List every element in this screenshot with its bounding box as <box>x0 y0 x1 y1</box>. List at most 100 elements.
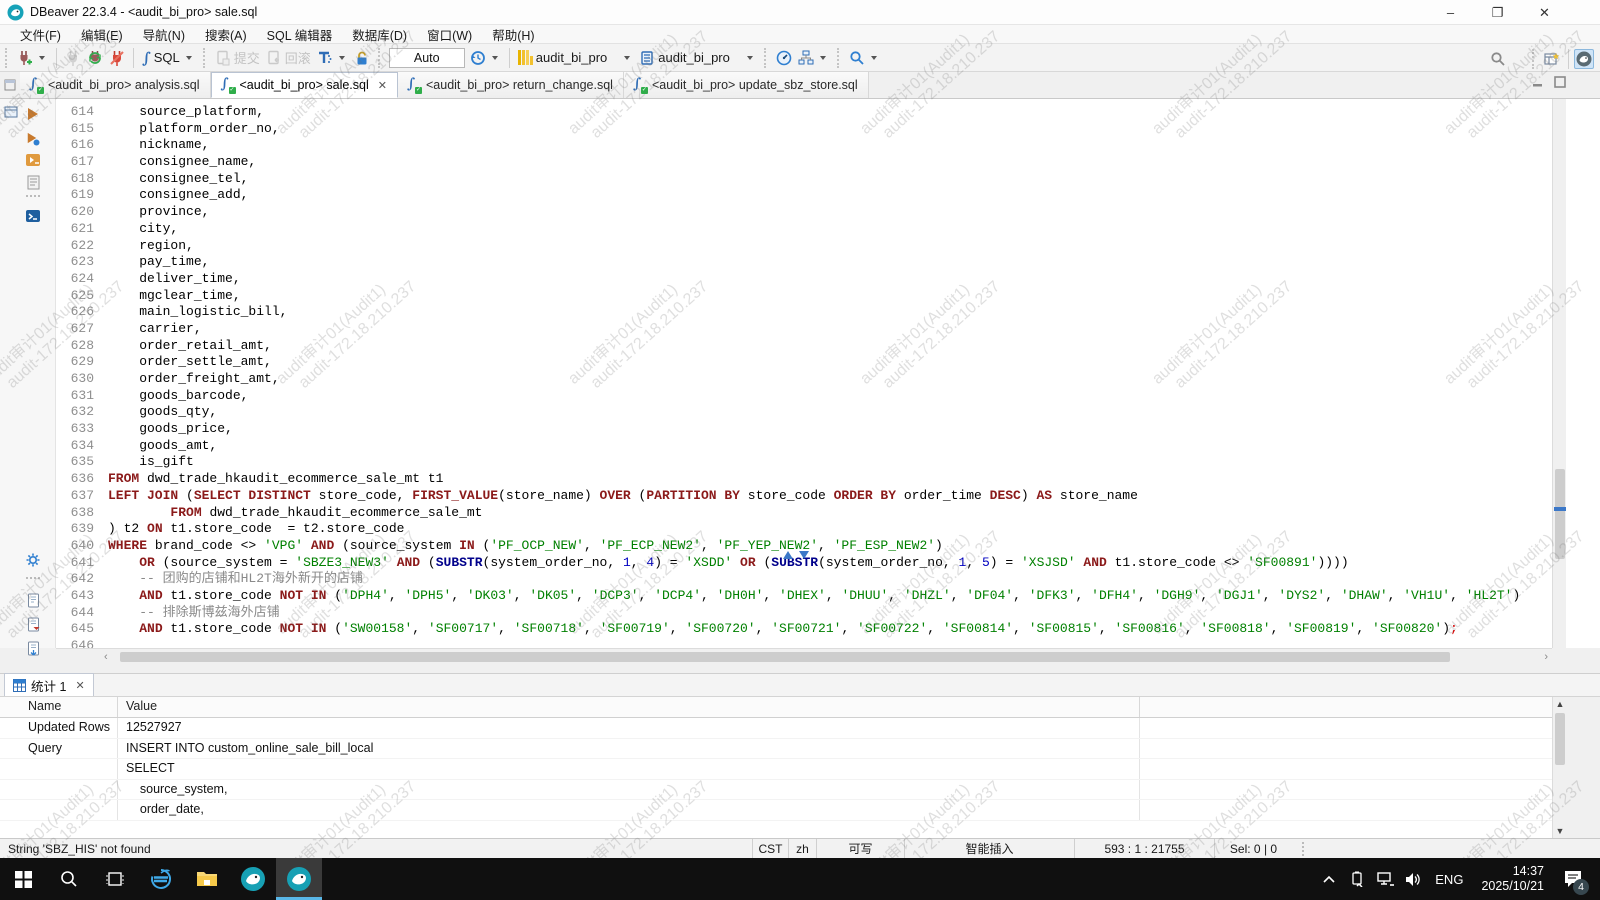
chevron-down-icon[interactable] <box>871 56 877 60</box>
transaction-log-button[interactable] <box>314 48 351 68</box>
execute-script-icon[interactable] <box>24 151 42 169</box>
panel-icon[interactable] <box>4 105 18 119</box>
cell-value: order_date, <box>118 800 1140 820</box>
quick-access-search-button[interactable] <box>1487 49 1509 69</box>
language-indicator[interactable]: ENG <box>1429 872 1469 887</box>
chevron-down-icon[interactable] <box>492 56 498 60</box>
execution-plan-button[interactable] <box>795 48 832 68</box>
chevron-down-icon[interactable] <box>747 56 753 60</box>
search-button[interactable] <box>846 48 883 68</box>
file-explorer-button[interactable] <box>184 858 230 900</box>
menu-item[interactable]: 窗口(W) <box>417 25 482 44</box>
maximize-editor-icon[interactable] <box>783 551 793 559</box>
transaction-mode-combo[interactable]: Auto <box>389 48 465 68</box>
status-write-mode[interactable]: 可写 <box>816 839 904 858</box>
menu-item[interactable]: 导航(N) <box>133 25 195 44</box>
connection-selector[interactable]: audit_bi_pro <box>515 48 637 67</box>
scroll-down-icon[interactable]: ▼ <box>1553 826 1567 836</box>
status-insert-mode[interactable]: 智能插入 <box>904 839 1074 858</box>
status-language[interactable]: zh <box>788 839 816 858</box>
save-sql-file-icon[interactable] <box>24 615 42 633</box>
usb-device-icon[interactable] <box>1345 858 1369 900</box>
chevron-down-icon[interactable] <box>624 56 630 60</box>
minimize-editor-icon[interactable] <box>799 551 809 559</box>
execute-sql-new-tab-icon[interactable] <box>24 129 42 147</box>
menu-item[interactable]: 搜索(A) <box>195 25 257 44</box>
load-sql-file-icon[interactable] <box>24 591 42 609</box>
disconnect-button[interactable] <box>106 48 128 68</box>
editor-horizontal-scrollbar[interactable]: ‹ › <box>56 648 1552 664</box>
tray-chevron-up-icon[interactable] <box>1317 858 1341 900</box>
menu-item[interactable]: 文件(F) <box>10 25 71 44</box>
scroll-right-icon[interactable]: › <box>1544 650 1548 664</box>
autocommit-lock-button[interactable] <box>351 48 373 68</box>
table-row[interactable]: Updated Rows12527927 <box>0 718 1552 739</box>
explain-plan-gear-icon[interactable] <box>24 551 42 569</box>
status-caret-position[interactable]: 593 : 1 : 21755 <box>1074 839 1214 858</box>
menu-item[interactable]: 数据库(D) <box>342 25 417 44</box>
status-selection[interactable]: Sel: 0 | 0 <box>1214 839 1292 858</box>
chevron-down-icon[interactable] <box>39 56 45 60</box>
table-row[interactable]: order_date, <box>0 800 1552 821</box>
close-icon[interactable]: ✕ <box>378 79 387 92</box>
editor-vertical-scrollbar[interactable] <box>1552 99 1566 648</box>
editor-tab[interactable]: ∫✓<audit_bi_pro> sale.sql✕ <box>211 72 398 98</box>
sash-controls[interactable] <box>783 551 809 559</box>
results-vertical-scrollbar[interactable]: ▲ ▼ <box>1552 697 1566 838</box>
dbeaver-perspective-button[interactable] <box>1574 49 1594 69</box>
scroll-up-icon[interactable]: ▲ <box>1553 699 1567 709</box>
reconnect-button[interactable] <box>84 48 106 68</box>
editor-tab[interactable]: ∫✓<audit_bi_pro> return_change.sql <box>398 72 624 98</box>
code-area[interactable]: source_platform, platform_order_no, nick… <box>104 99 1552 648</box>
transaction-history-button[interactable] <box>467 48 504 68</box>
export-sql-file-icon[interactable] <box>24 639 42 657</box>
sql-button-label: SQL <box>154 50 180 65</box>
scrollbar-thumb[interactable] <box>120 652 1450 662</box>
menu-item[interactable]: SQL 编辑器 <box>257 25 343 44</box>
statistics-tab[interactable]: 统计 1 ✕ <box>4 673 94 696</box>
open-perspective-button[interactable] <box>1541 49 1563 69</box>
rollback-button[interactable]: 回滚 <box>263 46 314 69</box>
dashboard-button[interactable] <box>773 48 795 68</box>
maximize-view-icon[interactable] <box>1554 76 1566 88</box>
start-button[interactable] <box>0 858 46 900</box>
task-view-button[interactable] <box>92 858 138 900</box>
sql-editor-button[interactable]: ∫ SQL <box>139 48 198 68</box>
chevron-down-icon[interactable] <box>186 56 192 60</box>
scroll-left-icon[interactable]: ‹ <box>104 650 108 664</box>
new-connection-button[interactable] <box>14 48 51 68</box>
editor-tab[interactable]: ∫✓<audit_bi_pro> update_sbz_store.sql <box>624 72 869 98</box>
minimize-button[interactable]: – <box>1427 0 1474 25</box>
connect-button[interactable] <box>62 48 84 68</box>
commit-button[interactable]: 提交 <box>212 46 263 69</box>
taskbar-clock[interactable]: 14:37 2025/10/21 <box>1473 864 1552 894</box>
sql-console-icon[interactable] <box>24 207 42 225</box>
menu-item[interactable]: 编辑(E) <box>71 25 133 44</box>
table-row[interactable]: QueryINSERT INTO custom_online_sale_bill… <box>0 739 1552 760</box>
network-icon[interactable] <box>1373 858 1397 900</box>
table-row[interactable]: source_system, <box>0 780 1552 801</box>
close-button[interactable]: ✕ <box>1521 0 1568 25</box>
chevron-down-icon[interactable] <box>339 56 345 60</box>
close-icon[interactable]: ✕ <box>75 679 84 692</box>
column-header-name[interactable]: Name <box>0 697 118 717</box>
status-timezone[interactable]: CST <box>752 839 788 858</box>
table-row[interactable]: SELECT <box>0 759 1552 780</box>
database-selector[interactable]: audit_bi_pro <box>636 48 759 68</box>
minimize-view-icon[interactable] <box>1532 76 1544 88</box>
restore-panel-icon[interactable] <box>0 72 20 98</box>
menu-item[interactable]: 帮助(H) <box>482 25 544 44</box>
taskbar-search-button[interactable] <box>46 858 92 900</box>
execute-sql-icon[interactable] <box>24 105 42 123</box>
chevron-down-icon[interactable] <box>820 56 826 60</box>
script-statistics-icon[interactable] <box>24 173 42 191</box>
internet-explorer-button[interactable] <box>138 858 184 900</box>
volume-icon[interactable] <box>1401 858 1425 900</box>
action-center-button[interactable]: 4 <box>1556 858 1590 900</box>
dbeaver-taskbar-button[interactable] <box>230 858 276 900</box>
dbeaver-taskbar-button-active[interactable] <box>276 858 322 900</box>
editor-tab[interactable]: ∫✓<audit_bi_pro> analysis.sql <box>20 72 211 98</box>
toolbar-handle <box>5 48 11 68</box>
column-header-value[interactable]: Value <box>118 697 1140 717</box>
maximize-button[interactable]: ❐ <box>1474 0 1521 25</box>
